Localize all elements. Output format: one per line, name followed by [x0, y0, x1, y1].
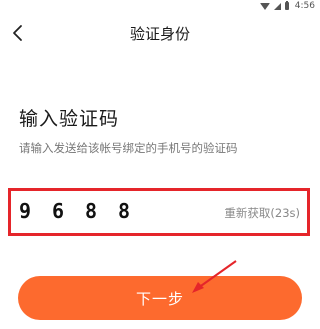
next-button[interactable]: 下一步	[18, 276, 302, 320]
status-icons: 4:56	[259, 1, 315, 11]
status-time: 4:56	[294, 1, 315, 11]
nav-bar: 验证身份	[0, 18, 320, 48]
signal-icon	[273, 2, 281, 10]
status-bar: 4:56	[0, 0, 320, 14]
verification-code-input[interactable]: 9 6 8 8 重新获取(23s)	[8, 188, 310, 236]
code-digits: 9 6 8 8	[19, 199, 151, 223]
wifi-icon	[259, 2, 270, 10]
next-button-label: 下一步	[135, 289, 184, 308]
code-digit: 8	[118, 199, 131, 223]
code-digit: 9	[19, 199, 32, 223]
section-heading: 输入验证码	[19, 108, 120, 130]
code-digit: 8	[85, 199, 98, 223]
page-title: 验证身份	[129, 25, 190, 43]
resend-code-link[interactable]: 重新获取(23s)	[224, 205, 300, 221]
instruction-text: 请输入发送给该帐号绑定的手机号的验证码	[19, 141, 238, 155]
code-digit: 6	[52, 199, 65, 223]
battery-icon	[284, 1, 289, 10]
